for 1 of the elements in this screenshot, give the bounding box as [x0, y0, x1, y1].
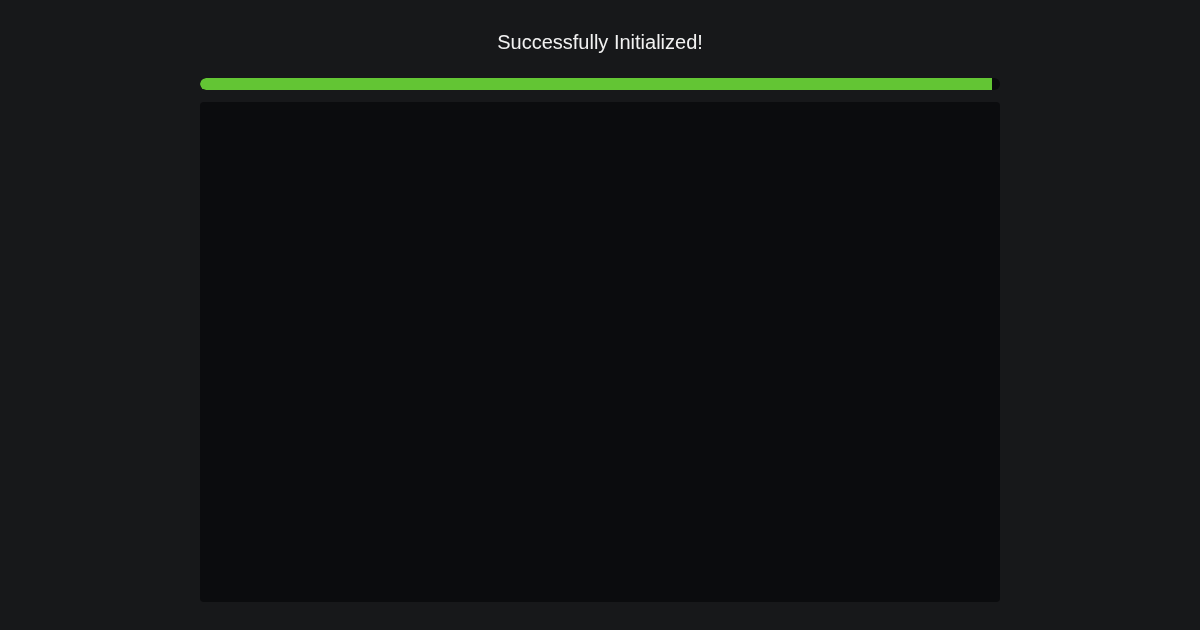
status-title: Successfully Initialized! [497, 30, 703, 55]
